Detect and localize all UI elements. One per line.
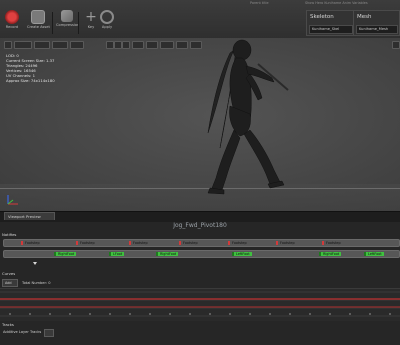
- mesh-dropdown[interactable]: Kunihame_Mesh: [356, 25, 398, 34]
- skeleton-label: Skeleton: [310, 14, 334, 20]
- curve-count: Total Number: 0: [22, 281, 51, 285]
- add-curve-button[interactable]: Add: [2, 279, 18, 287]
- additive-layer-label: Additive Layer Tracks: [3, 330, 42, 334]
- viewport-options-button[interactable]: [4, 41, 12, 49]
- cursor-icon: [33, 262, 37, 265]
- axis-gizmo-icon: [7, 195, 18, 205]
- notify-marker[interactable]: LFoot: [109, 252, 125, 256]
- notify-marker[interactable]: RightFoot: [319, 252, 342, 256]
- record-icon: [5, 10, 19, 24]
- curve-ticks: [0, 291, 400, 317]
- grid-snap-button[interactable]: [146, 41, 158, 49]
- record-button[interactable]: Record: [1, 10, 23, 36]
- notify-track-2[interactable]: RightFoot LFoot RightFoot LeftFoot Right…: [3, 250, 400, 258]
- notify-marker[interactable]: LeftFoot: [364, 252, 384, 256]
- notifies-section-label[interactable]: Notifies: [2, 232, 16, 237]
- world-local-button[interactable]: [132, 41, 144, 49]
- additive-layer-dropdown[interactable]: [44, 329, 54, 337]
- notify-marker[interactable]: RightFoot: [54, 252, 77, 256]
- playback-speed-button[interactable]: [70, 41, 84, 49]
- toolbar-divider: [52, 12, 53, 34]
- maximize-viewport-button[interactable]: [392, 41, 400, 49]
- create-asset-button[interactable]: Create Asset: [27, 10, 50, 36]
- notify-marker[interactable]: Footstep: [76, 241, 97, 245]
- curves-section-label[interactable]: Curves: [2, 271, 15, 276]
- notify-marker[interactable]: Footstep: [129, 241, 150, 245]
- parent-title: Parent title: [250, 1, 269, 5]
- notify-marker[interactable]: Footstep: [322, 241, 343, 245]
- notify-marker[interactable]: LeftFoot: [232, 252, 252, 256]
- mesh-tab[interactable]: Mesh Kunihame_Mesh: [353, 10, 400, 36]
- timeline-header: [0, 211, 400, 222]
- apply-label: Apply: [101, 25, 113, 29]
- toolbar: Parent title Show Hero Kunihame Anim Var…: [0, 0, 400, 39]
- notify-marker[interactable]: Footstep: [276, 241, 297, 245]
- compression-icon: [61, 10, 73, 22]
- record-label: Record: [5, 25, 19, 29]
- skeleton-tab[interactable]: Skeleton Kunihame_Skel: [306, 10, 355, 36]
- character-mesh: [207, 39, 289, 195]
- compression-label: Compression: [56, 23, 80, 27]
- apply-icon: [100, 10, 114, 24]
- notify-track-1[interactable]: Footstep Footstep Footstep Footstep Foot…: [3, 239, 400, 247]
- show-button[interactable]: [52, 41, 68, 49]
- perspective-button[interactable]: [14, 41, 32, 49]
- mesh-label: Mesh: [357, 14, 372, 20]
- toolbar-divider: [78, 12, 79, 34]
- notify-marker[interactable]: Footstep: [21, 241, 42, 245]
- tracks-section-label[interactable]: Tracks: [2, 322, 14, 327]
- curve-area[interactable]: [0, 288, 400, 321]
- notify-marker[interactable]: Footstep: [179, 241, 200, 245]
- compression-button[interactable]: Compression: [56, 10, 80, 36]
- apply-button[interactable]: Apply: [96, 10, 118, 36]
- stat-approx-size: Approx Size: 74x114x180: [6, 78, 55, 83]
- rotate-icon[interactable]: [114, 41, 122, 49]
- rotation-snap-button[interactable]: [160, 41, 174, 49]
- animation-name: Jog_Fwd_Pivot180: [173, 222, 227, 229]
- create-asset-icon: [31, 10, 45, 24]
- translate-icon[interactable]: [106, 41, 114, 49]
- lit-mode-button[interactable]: [34, 41, 50, 49]
- notify-marker[interactable]: Footstep: [228, 241, 249, 245]
- viewport[interactable]: LOD: 0 Current Screen Size: 1.37 Triangl…: [0, 38, 400, 211]
- scale-snap-button[interactable]: [176, 41, 188, 49]
- scale-icon[interactable]: [122, 41, 130, 49]
- mode-label: Show Hero Kunihame Anim Variables: [305, 1, 368, 5]
- notify-marker[interactable]: RightFoot: [156, 252, 179, 256]
- viewport-preview-tab[interactable]: Viewport Preview: [4, 212, 55, 220]
- create-asset-label: Create Asset: [27, 25, 50, 29]
- skeleton-dropdown[interactable]: Kunihame_Skel: [309, 25, 353, 34]
